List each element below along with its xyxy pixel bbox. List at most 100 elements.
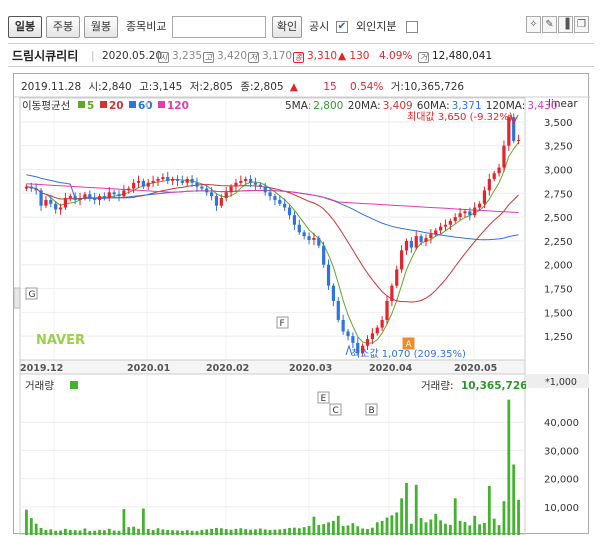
volume-bar-23 xyxy=(137,528,140,535)
monthly-button[interactable]: 월봉 xyxy=(84,16,118,38)
scroll-left-handle[interactable] xyxy=(13,287,21,309)
volume: 거 12,480,041 xyxy=(418,50,493,63)
volume-bar-6 xyxy=(54,530,58,535)
volume-tick-1: 20,000 xyxy=(544,475,579,486)
close-icon: 종 xyxy=(293,52,304,63)
volume-bar-80 xyxy=(414,484,418,535)
volume-bar-5 xyxy=(49,529,53,535)
volume-bar-89 xyxy=(458,520,462,535)
open-price: 시 3,235 xyxy=(158,50,203,63)
candle-15 xyxy=(97,196,102,200)
volume-bar-24 xyxy=(141,508,145,535)
candle-81 xyxy=(419,236,423,242)
volume-bar-11 xyxy=(78,530,82,535)
candle-21 xyxy=(127,188,131,191)
volume-bar-29 xyxy=(166,529,170,535)
ma-value-1: 20MA: 3,409 xyxy=(348,100,413,112)
candle-45 xyxy=(244,178,248,181)
panel-icon[interactable]: ▐ xyxy=(558,16,573,33)
volume-bar-94 xyxy=(483,522,486,535)
candle-47 xyxy=(253,182,258,185)
volume-bar-62 xyxy=(327,522,330,535)
candle-9 xyxy=(68,196,72,199)
price-header: 2019.11.28 시:2,840 고:3,145 저:2,805 종:2,8… xyxy=(21,81,464,93)
volume-bar-95 xyxy=(487,485,491,535)
confirm-button[interactable]: 확인 xyxy=(272,16,302,38)
volume-tick-3: 40,000 xyxy=(544,418,579,429)
moving-average-lines xyxy=(26,141,520,344)
candle-12 xyxy=(83,194,87,199)
high-icon: 고 xyxy=(203,52,214,63)
volume-bar-26 xyxy=(151,529,155,535)
candle-4 xyxy=(44,199,48,206)
volume-tick-2: 30,000 xyxy=(544,446,579,457)
stock-chart[interactable]: 2019.11.28 시:2,840 고:3,145 저:2,805 종:2,8… xyxy=(13,74,590,536)
marker-F: F xyxy=(280,319,285,329)
candle-66 xyxy=(346,331,350,337)
volume-bar-49 xyxy=(263,529,267,535)
daily-button[interactable]: 일봉 xyxy=(8,16,42,38)
volume-bar-83 xyxy=(429,519,433,535)
candle-2 xyxy=(34,188,38,191)
candle-63 xyxy=(331,285,336,301)
candle-30 xyxy=(171,178,175,181)
ma-legend-swatch-3 xyxy=(158,101,165,108)
weekly-button[interactable]: 주봉 xyxy=(46,16,80,38)
volume-bar-100 xyxy=(512,464,516,535)
foreign-checkbox[interactable] xyxy=(406,21,418,33)
price-tick-3: 2,000 xyxy=(544,261,573,272)
ma-legend-label-2: 60 xyxy=(138,100,153,112)
volume-bar-37 xyxy=(205,529,209,535)
price-tick-0: 1,250 xyxy=(544,332,573,343)
volume-value-label: 거래량: xyxy=(421,380,454,392)
volume-bar-85 xyxy=(439,520,443,535)
volume-bar-87 xyxy=(448,524,452,535)
lightbulb-icon[interactable]: ✧ xyxy=(526,16,541,33)
copy-icon[interactable]: ❐ xyxy=(574,16,589,33)
compare-input[interactable] xyxy=(172,16,266,38)
candle-71 xyxy=(370,333,374,340)
price-change-pct: 4.09% xyxy=(379,50,413,62)
candle-38 xyxy=(209,192,214,197)
volume-value: 10,365,726 xyxy=(461,380,527,392)
volume-bar-18 xyxy=(112,530,116,535)
candle-27 xyxy=(156,178,160,181)
marker-B: B xyxy=(369,406,375,416)
candle-10 xyxy=(73,196,77,200)
candle-57 xyxy=(302,232,306,237)
volume-bar-9 xyxy=(68,529,72,535)
volume-bar-0 xyxy=(25,509,28,535)
candle-6 xyxy=(54,203,58,210)
price-change: ▲ 130 xyxy=(338,50,370,62)
candle-11 xyxy=(78,198,82,200)
candles xyxy=(24,113,521,357)
ma-line-5 xyxy=(26,141,520,344)
volume-bar-52 xyxy=(278,529,282,535)
volume-bar-77 xyxy=(400,498,404,535)
max-annotation: 최대값 3,650 (-9.32%) xyxy=(407,111,513,123)
candle-76 xyxy=(395,269,399,286)
pen-icon[interactable]: ✎ xyxy=(542,16,557,33)
volume-bar-47 xyxy=(254,529,257,535)
volume-bar-78 xyxy=(405,482,408,535)
volume-legend-swatch xyxy=(70,381,78,389)
candle-34 xyxy=(190,178,194,183)
volume-bar-41 xyxy=(224,529,228,535)
candle-79 xyxy=(409,240,413,248)
volume-bar-92 xyxy=(473,515,477,535)
ma-value-3: 120MA: 3,430 xyxy=(486,100,558,112)
disclosure-checkbox[interactable]: ✔ xyxy=(336,21,348,33)
volume-bar-82 xyxy=(424,522,428,535)
volume-bar-79 xyxy=(409,523,413,535)
candle-26 xyxy=(151,180,155,183)
volume-bar-76 xyxy=(395,512,399,535)
candle-65 xyxy=(341,319,345,332)
price-tick-9: 3,500 xyxy=(544,118,573,129)
volume-bar-73 xyxy=(380,520,384,535)
candle-3 xyxy=(39,190,43,206)
volume-bar-96 xyxy=(492,518,496,535)
volume-bar-74 xyxy=(385,517,389,535)
volume-bar-31 xyxy=(176,530,179,535)
candle-25 xyxy=(146,182,150,187)
candle-85 xyxy=(439,226,443,231)
